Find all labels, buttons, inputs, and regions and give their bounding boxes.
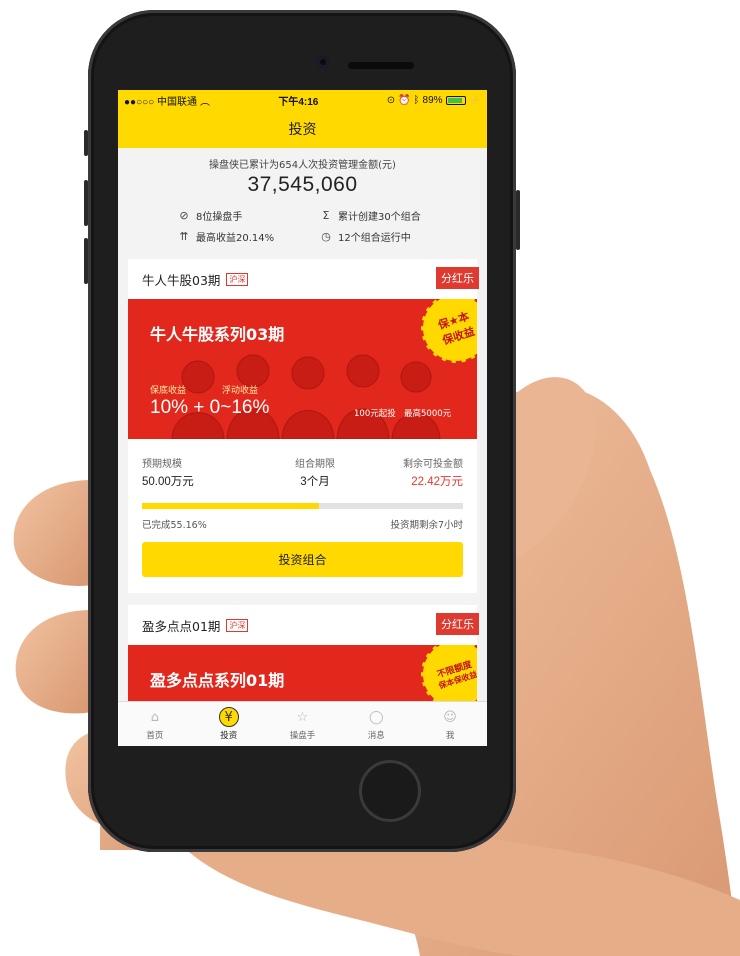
metric-term: 组合期限 3个月: [295, 459, 335, 488]
stat-running: ◷ 12个组合运行中: [321, 230, 411, 244]
status-bar: ●●○○○ 中国联通 ︵ 下午4:16 ⊙ ⏰ ᛒ 89% ⚡: [118, 90, 487, 110]
progress-labels: 已完成55.16% 投资期剩余7小时: [142, 517, 463, 531]
portfolio-name: 盈多点点01期: [142, 618, 221, 634]
card-header: 牛人牛股03期 沪深 分红乐: [128, 259, 479, 299]
sigma-icon: Σ: [322, 209, 330, 222]
carrier-label: ●●○○○ 中国联通: [124, 96, 197, 108]
alarm-icon: ⏰: [398, 94, 411, 106]
front-camera: [317, 56, 329, 68]
tab-invest[interactable]: ¥ 投资: [192, 702, 266, 746]
time-remaining: 投资期剩余7小时: [390, 520, 463, 531]
trend-up-icon: ⇈: [179, 230, 189, 243]
floating-return-label: 浮动收益: [222, 386, 259, 396]
tab-me[interactable]: ☺ 我: [413, 702, 487, 746]
portfolio-banner[interactable]: 牛人牛股系列03期 保底收益 浮动收益 10% + 0~16% 100元起投 最…: [128, 299, 477, 439]
banner-title: 牛人牛股系列03期: [150, 325, 285, 344]
portfolio-card[interactable]: 牛人牛股03期 沪深 分红乐 牛人牛股系列03期 保底收益 浮动收益 10% +…: [128, 259, 479, 593]
home-button[interactable]: [359, 760, 421, 822]
app-screen: ●●○○○ 中国联通 ︵ 下午4:16 ⊙ ⏰ ᛒ 89% ⚡ 投资 操盘侠已累…: [118, 90, 487, 746]
dividend-ribbon: 分红乐: [436, 613, 479, 635]
guaranteed-return-label: 保底收益: [150, 386, 187, 396]
traders-illustration: [171, 354, 441, 439]
stat-traders: ⊘ 8位操盘手: [179, 209, 243, 223]
guarantee-stamp: 不限额度 保本保收益: [411, 645, 477, 705]
speaker-grille: [348, 62, 414, 69]
charging-icon: ⚡: [468, 94, 481, 106]
portfolio-name: 牛人牛股03期: [142, 272, 221, 288]
chat-icon: ◯: [369, 709, 384, 725]
check-circle-icon: ⊘: [179, 209, 189, 222]
progress-completed: 已完成55.16%: [142, 520, 207, 531]
stat-portfolios-created: Σ 累计创建30个组合: [320, 208, 421, 223]
stat-max-return: ⇈ 最高收益20.14%: [179, 230, 275, 244]
clock-label: 下午4:16: [278, 96, 319, 108]
invest-button[interactable]: 投资组合: [142, 542, 463, 577]
banner-title: 盈多点点系列01期: [150, 671, 285, 690]
user-icon: ☺: [443, 709, 457, 725]
card-header: 盈多点点01期 沪深 分红乐: [128, 605, 479, 645]
min-invest: 100元起投: [354, 409, 396, 419]
funding-progress-fill: [142, 503, 320, 509]
power-button[interactable]: [516, 190, 520, 250]
bluetooth-icon: ᛒ: [413, 94, 420, 106]
portfolio-banner[interactable]: 盈多点点系列01期 不限额度 保本保收益: [128, 645, 477, 705]
tab-home[interactable]: ⌂ 首页: [118, 702, 192, 746]
metric-expected-size: 预期规模 50.00万元: [142, 459, 194, 488]
volume-up-button[interactable]: [84, 180, 88, 226]
mute-switch[interactable]: [84, 130, 88, 156]
tab-bar: ⌂ 首页 ¥ 投资 ☆ 操盘手 ◯ 消息 ☺ 我: [118, 701, 487, 746]
nav-bar: 投资: [118, 110, 487, 148]
battery-icon: [445, 95, 466, 105]
summary-amount: 37,545,060: [247, 173, 358, 196]
battery-percent: 89%: [422, 94, 443, 106]
page-title: 投资: [288, 122, 317, 138]
clock-icon: ◷: [321, 230, 331, 243]
dividend-ribbon: 分红乐: [436, 267, 479, 289]
wifi-icon: ︵: [199, 96, 210, 108]
star-icon: ☆: [296, 709, 309, 725]
market-tag: 沪深: [226, 618, 249, 632]
return-range: 10% + 0~16%: [150, 397, 270, 418]
lock-rotation-icon: ⊙: [386, 94, 396, 106]
metric-remaining-amount: 剩余可投金额 22.42万元: [403, 459, 463, 488]
market-tag: 沪深: [226, 272, 249, 286]
home-icon: ⌂: [150, 709, 160, 725]
tab-traders[interactable]: ☆ 操盘手: [266, 702, 340, 746]
tab-messages[interactable]: ◯ 消息: [339, 702, 413, 746]
summary-caption: 操盘侠已累计为654人次投资管理金额(元): [209, 160, 396, 171]
max-invest: 最高5000元: [404, 409, 452, 419]
portfolio-metrics: 预期规模 50.00万元 组合期限 3个月 剩余可投金额 22.42万元: [128, 439, 477, 488]
yen-icon: ¥: [218, 707, 239, 727]
funding-progress-bar: [142, 503, 463, 509]
volume-down-button[interactable]: [84, 238, 88, 284]
